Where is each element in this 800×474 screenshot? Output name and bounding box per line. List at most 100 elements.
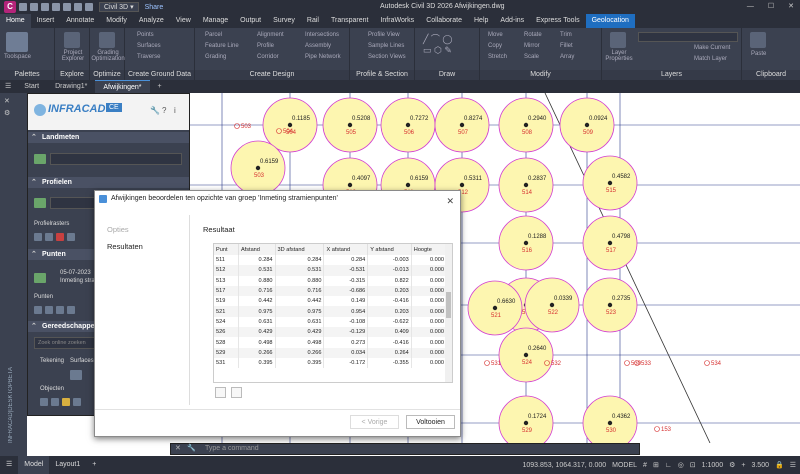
col-3d-afstand[interactable]: 3D afstand — [275, 244, 325, 255]
table-row[interactable]: 528 0.498 0.498 0.273 -0.416 0.000 — [214, 337, 448, 348]
grid-tool-icon-1[interactable] — [34, 233, 42, 241]
layer-dropdown[interactable] — [638, 32, 738, 42]
grid-scroll-thumb[interactable] — [446, 292, 451, 318]
layer-properties-icon[interactable] — [610, 32, 626, 48]
undo-icon[interactable] — [74, 3, 82, 11]
grid-tool-icon-2[interactable] — [45, 233, 53, 241]
feature-line-button[interactable]: Feature Line — [205, 43, 239, 49]
copy-table-icon[interactable] — [231, 387, 242, 398]
landmeten-dropdown[interactable] — [50, 153, 182, 165]
table-row[interactable]: 529 0.266 0.266 0.034 0.264 0.000 — [214, 347, 448, 358]
tab-home[interactable]: Home — [0, 14, 31, 28]
paste-button[interactable]: Paste — [751, 51, 766, 57]
close-palette-icon[interactable]: ✕ — [4, 97, 10, 105]
parcel-button[interactable]: Parcel — [205, 32, 222, 38]
table-row[interactable]: 524 0.631 0.631 -0.108 -0.622 0.000 — [214, 316, 448, 328]
traverse-button[interactable]: Traverse — [137, 54, 160, 60]
redo-icon[interactable] — [85, 3, 93, 11]
copy-button[interactable]: Copy — [488, 43, 502, 49]
snap-icon[interactable]: ⊞ — [653, 461, 659, 469]
object-tool-icon-4[interactable] — [73, 398, 81, 406]
table-row[interactable]: 521 0.975 0.975 0.954 0.203 0.000 — [214, 306, 448, 317]
share-button[interactable]: Share — [145, 4, 164, 11]
plus-icon[interactable]: + — [741, 462, 745, 469]
export-icon[interactable] — [215, 387, 226, 398]
new-icon[interactable] — [19, 3, 27, 11]
surface-tool-icon[interactable] — [70, 370, 82, 380]
point-tool-icon-4[interactable] — [67, 306, 75, 314]
table-row[interactable]: 526 0.429 0.429 -0.129 0.409 0.000 — [214, 327, 448, 338]
rotate-button[interactable]: Rotate — [524, 32, 542, 38]
tab-view[interactable]: View — [170, 14, 197, 28]
toolspace-icon[interactable] — [6, 32, 28, 52]
layer-properties-button[interactable]: Layer Properties — [605, 50, 633, 62]
doc-tab-afwijkingen[interactable]: Afwijkingen* — [95, 79, 150, 94]
command-input[interactable]: Type a command — [205, 445, 259, 452]
pipe-network-button[interactable]: Pipe Network — [305, 54, 341, 60]
paste-icon[interactable] — [750, 32, 766, 48]
make-current-button[interactable]: Make Current — [694, 45, 730, 51]
project-explorer-icon[interactable] — [64, 32, 80, 48]
result-grid[interactable]: Punt Afstand 3D afstand X afstand Y afst… — [213, 243, 453, 383]
settings-icon[interactable]: ⚙ — [4, 109, 10, 117]
profile-icon[interactable] — [34, 198, 46, 208]
grid-tool-icon-3[interactable] — [56, 233, 64, 241]
maximize-icon[interactable]: ☐ — [768, 0, 774, 14]
stretch-button[interactable]: Stretch — [488, 54, 507, 60]
scale-button[interactable]: Scale — [524, 54, 539, 60]
lock-icon[interactable]: 🔒 — [775, 461, 784, 469]
tab-output[interactable]: Output — [234, 14, 267, 28]
close-icon[interactable]: ✕ — [788, 0, 794, 14]
table-row[interactable]: 513 0.880 0.880 -0.315 0.822 0.000 — [214, 275, 448, 286]
surfaces-button[interactable]: Surfaces — [137, 43, 161, 49]
tab-geolocation[interactable]: Geolocation — [585, 14, 635, 28]
save-icon[interactable] — [41, 3, 49, 11]
new-tab-icon[interactable]: + — [150, 80, 170, 93]
punten-group-name[interactable]: Inmeting stra — [60, 278, 95, 284]
tab-modify[interactable]: Modify — [100, 14, 133, 28]
sample-lines-button[interactable]: Sample Lines — [368, 43, 404, 49]
line-icon[interactable]: ╱ ⌒ ◯ — [423, 32, 453, 45]
fillet-button[interactable]: Fillet — [560, 43, 573, 49]
tab-layout1[interactable]: Layout1 — [49, 456, 86, 474]
table-row[interactable]: 512 0.531 0.531 -0.531 -0.013 0.000 — [214, 265, 448, 276]
workspace-selector[interactable]: Civil 3D ▾ — [99, 2, 139, 12]
polar-icon[interactable]: ◎ — [678, 461, 684, 469]
grid-tool-icon-4[interactable] — [67, 233, 75, 241]
doc-tab-drawing1[interactable]: Drawing1* — [47, 80, 95, 93]
col-y-afstand[interactable]: Y afstand — [367, 244, 412, 255]
grading-optimization-button[interactable]: Grading Optimization — [91, 50, 125, 62]
dialog-close-icon[interactable]: ✕ — [446, 193, 454, 209]
minimize-icon[interactable]: — — [747, 0, 754, 14]
finish-button[interactable]: Voltooien — [406, 415, 455, 429]
col-x-afstand[interactable]: X afstand — [323, 244, 369, 255]
tab-transparent[interactable]: Transparent — [325, 14, 374, 28]
command-settings-icon[interactable]: 🔧 — [187, 444, 196, 454]
grading-button[interactable]: Grading — [205, 54, 226, 60]
osnap-icon[interactable]: ⊡ — [690, 461, 696, 469]
tools-icon[interactable]: 🔧 — [150, 106, 160, 115]
points-group-icon[interactable] — [34, 273, 46, 283]
project-explorer-button[interactable]: Project Explorer — [57, 50, 89, 62]
tab-manage[interactable]: Manage — [197, 14, 234, 28]
table-row[interactable]: 531 0.395 0.395 -0.172 -0.355 0.000 — [214, 357, 448, 369]
assembly-button[interactable]: Assembly — [305, 43, 331, 49]
grid-icon[interactable]: # — [643, 462, 647, 469]
tab-collaborate[interactable]: Collaborate — [420, 14, 468, 28]
tab-annotate[interactable]: Annotate — [60, 14, 100, 28]
points-button[interactable]: Points — [137, 32, 154, 38]
col-afstand[interactable]: Afstand — [238, 244, 276, 255]
command-line[interactable]: ✕ 🔧 Type a command — [170, 443, 640, 455]
tab-survey[interactable]: Survey — [267, 14, 301, 28]
tab-insert[interactable]: Insert — [31, 14, 61, 28]
section-landmeten[interactable]: Landmeten — [28, 132, 189, 143]
add-layout-icon[interactable]: + — [86, 456, 102, 474]
warning-icon[interactable] — [62, 398, 70, 406]
array-button[interactable]: Array — [560, 54, 574, 60]
model-space-toggle[interactable]: MODEL — [612, 462, 637, 469]
tab-rail[interactable]: Rail — [301, 14, 325, 28]
trim-button[interactable]: Trim — [560, 32, 572, 38]
previous-button[interactable]: < Vorige — [350, 415, 399, 429]
saveas-icon[interactable] — [52, 3, 60, 11]
command-close-icon[interactable]: ✕ — [175, 444, 181, 454]
